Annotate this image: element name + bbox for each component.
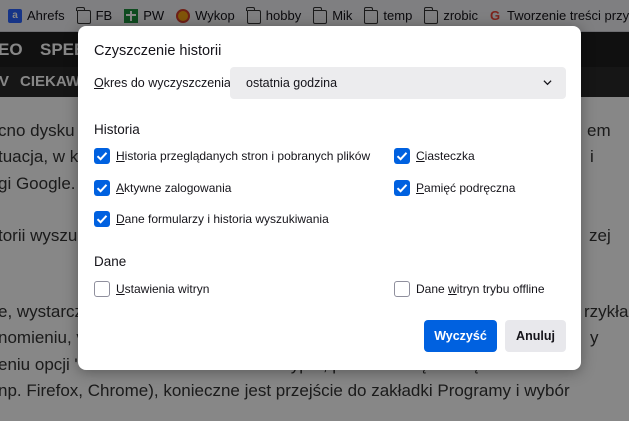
dialog-title: Czyszczenie historii bbox=[94, 43, 222, 59]
forms-search-history-option[interactable]: Dane formularzy i historia wyszukiwania bbox=[94, 211, 329, 227]
offline-site-data-option[interactable]: Dane witryn trybu offline bbox=[394, 281, 545, 297]
site-settings-option[interactable]: Ustawienia witryn bbox=[94, 281, 209, 297]
option-label: Ciasteczka bbox=[416, 149, 475, 163]
clear-history-dialog: Czyszczenie historii Okres do wyczyszcze… bbox=[78, 26, 581, 370]
option-label: Dane formularzy i historia wyszukiwania bbox=[116, 212, 329, 226]
chevron-down-icon bbox=[543, 80, 552, 86]
option-label: Aktywne zalogowania bbox=[116, 181, 232, 195]
browsing-history-option[interactable]: Historia przeglądanych stron i pobranych… bbox=[94, 148, 370, 164]
time-range-label: Okres do wyczyszczenia: bbox=[94, 76, 235, 90]
checkbox-checked-icon[interactable] bbox=[94, 148, 110, 164]
history-heading: Historia bbox=[94, 122, 140, 137]
checkbox-checked-icon[interactable] bbox=[94, 211, 110, 227]
option-label: Dane witryn trybu offline bbox=[416, 282, 545, 296]
time-range-select[interactable]: ostatnia godzina bbox=[230, 67, 566, 99]
option-label: Ustawienia witryn bbox=[116, 282, 210, 296]
clear-now-button[interactable]: Wyczyść bbox=[424, 320, 497, 352]
active-logins-option[interactable]: Aktywne zalogowania bbox=[94, 180, 231, 196]
checkbox-checked-icon[interactable] bbox=[94, 180, 110, 196]
checkbox-checked-icon[interactable] bbox=[394, 180, 410, 196]
time-range-value: ostatnia godzina bbox=[246, 76, 338, 90]
cancel-button[interactable]: Anuluj bbox=[505, 320, 566, 352]
option-label: Pamięć podręczna bbox=[416, 181, 516, 195]
cookies-option[interactable]: Ciasteczka bbox=[394, 148, 475, 164]
option-label: Historia przeglądanych stron i pobranych… bbox=[116, 149, 371, 163]
checkbox-checked-icon[interactable] bbox=[394, 148, 410, 164]
checkbox-unchecked-icon[interactable] bbox=[94, 281, 110, 297]
checkbox-unchecked-icon[interactable] bbox=[394, 281, 410, 297]
cache-option[interactable]: Pamięć podręczna bbox=[394, 180, 515, 196]
data-heading: Dane bbox=[94, 254, 127, 269]
